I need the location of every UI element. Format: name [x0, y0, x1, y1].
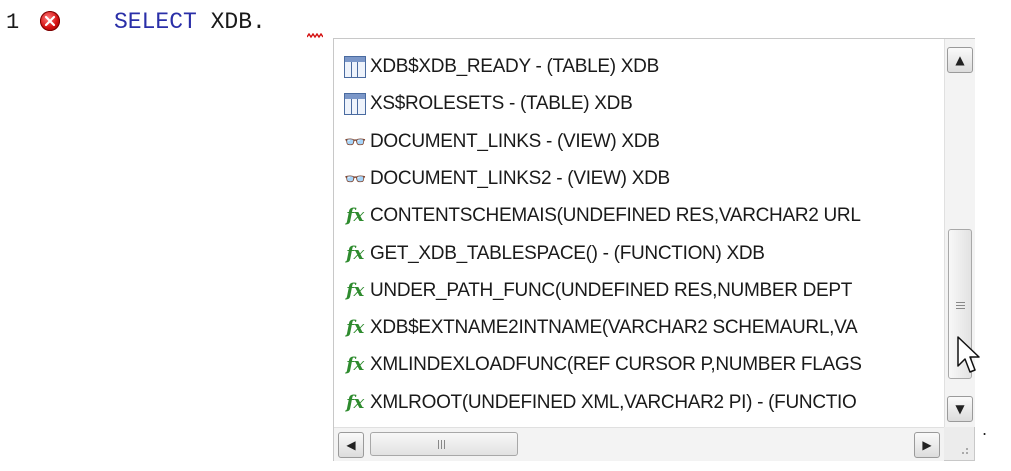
function-icon: fx [346, 317, 364, 339]
autocomplete-item-label: XDB$EXTNAME2INTNAME(VARCHAR2 SCHEMAURL,V… [370, 317, 858, 339]
sql-code-line[interactable]: SELECT XDB. [114, 9, 266, 35]
autocomplete-item-label: XS$ROLESETS - (TABLE) XDB [370, 93, 633, 115]
autocomplete-popup[interactable]: XDB$XDB_READY - (TABLE) XDB XS$ROLESETS -… [333, 38, 975, 461]
autocomplete-item[interactable]: fx GET_XDB_TABLESPACE() - (FUNCTION) XDB [344, 236, 765, 272]
chevron-up-icon: ▲ [955, 53, 965, 67]
autocomplete-list[interactable]: XDB$XDB_READY - (TABLE) XDB XS$ROLESETS -… [334, 39, 944, 427]
sql-editor[interactable]: 1 SELECT XDB. XDB$XDB_READY - (TABLE) XD… [0, 0, 1011, 471]
error-squiggle-icon [307, 33, 323, 39]
chevron-left-icon: ◀ [346, 438, 356, 452]
line-number: 1 [6, 10, 20, 35]
table-icon [344, 93, 366, 116]
chevron-down-icon: ▼ [955, 402, 965, 416]
sql-keyword: SELECT [114, 9, 197, 35]
autocomplete-item-label: GET_XDB_TABLESPACE() - (FUNCTION) XDB [370, 242, 765, 264]
view-icon: 👓 [344, 131, 367, 152]
scroll-down-button[interactable]: ▼ [947, 396, 973, 422]
autocomplete-item[interactable]: XDB$XDB_READY - (TABLE) XDB [344, 49, 659, 85]
sql-text: XDB. [196, 9, 266, 35]
view-icon: 👓 [344, 168, 367, 189]
autocomplete-item-label: UNDER_PATH_FUNC(UNDEFINED RES,NUMBER DEP… [370, 279, 853, 301]
autocomplete-item-label: XMLINDEXLOADFUNC(REF CURSOR P,NUMBER FLA… [370, 354, 862, 376]
resize-grip-icon[interactable] [944, 427, 974, 460]
function-icon: fx [346, 391, 364, 413]
autocomplete-item-label: CONTENTSCHEMAIS(UNDEFINED RES,VARCHAR2 U… [370, 205, 861, 227]
scroll-right-button[interactable]: ▶ [914, 432, 940, 458]
autocomplete-item[interactable]: fx XMLROOT(UNDEFINED XML,VARCHAR2 PI) - (… [344, 385, 857, 421]
function-icon: fx [346, 354, 364, 376]
autocomplete-item[interactable]: fx XDB$EXTNAME2INTNAME(VARCHAR2 SCHEMAURL… [344, 310, 858, 346]
table-icon [344, 56, 366, 78]
horizontal-scrollbar[interactable]: ◀ ▶ [334, 427, 944, 461]
mouse-pointer-icon [957, 336, 980, 373]
autocomplete-item[interactable]: XS$ROLESETS - (TABLE) XDB [344, 86, 633, 122]
function-icon: fx [346, 205, 364, 227]
function-icon: fx [346, 242, 364, 264]
autocomplete-item[interactable]: fx CONTENTSCHEMAIS(UNDEFINED RES,VARCHAR2… [344, 198, 861, 234]
autocomplete-item-label: XDB$XDB_READY - (TABLE) XDB [370, 56, 659, 77]
autocomplete-item-label: DOCUMENT_LINKS - (VIEW) XDB [370, 130, 660, 152]
autocomplete-item[interactable]: 👓 DOCUMENT_LINKS2 - (VIEW) XDB [344, 161, 670, 197]
autocomplete-item[interactable]: 👓 DOCUMENT_LINKS - (VIEW) XDB [344, 124, 660, 160]
autocomplete-item-label: XMLROOT(UNDEFINED XML,VARCHAR2 PI) - (FU… [370, 391, 857, 413]
scroll-left-button[interactable]: ◀ [338, 432, 364, 458]
autocomplete-item-label: DOCUMENT_LINKS2 - (VIEW) XDB [370, 167, 670, 189]
function-icon: fx [346, 279, 364, 301]
error-icon [40, 11, 60, 31]
horizontal-scroll-thumb[interactable] [370, 432, 518, 456]
trailing-period: . [982, 420, 988, 439]
autocomplete-item[interactable]: fx XMLINDEXLOADFUNC(REF CURSOR P,NUMBER F… [344, 347, 862, 383]
autocomplete-item[interactable]: fx UNDER_PATH_FUNC(UNDEFINED RES,NUMBER D… [344, 273, 852, 309]
chevron-right-icon: ▶ [922, 438, 932, 452]
scroll-up-button[interactable]: ▲ [947, 47, 973, 73]
